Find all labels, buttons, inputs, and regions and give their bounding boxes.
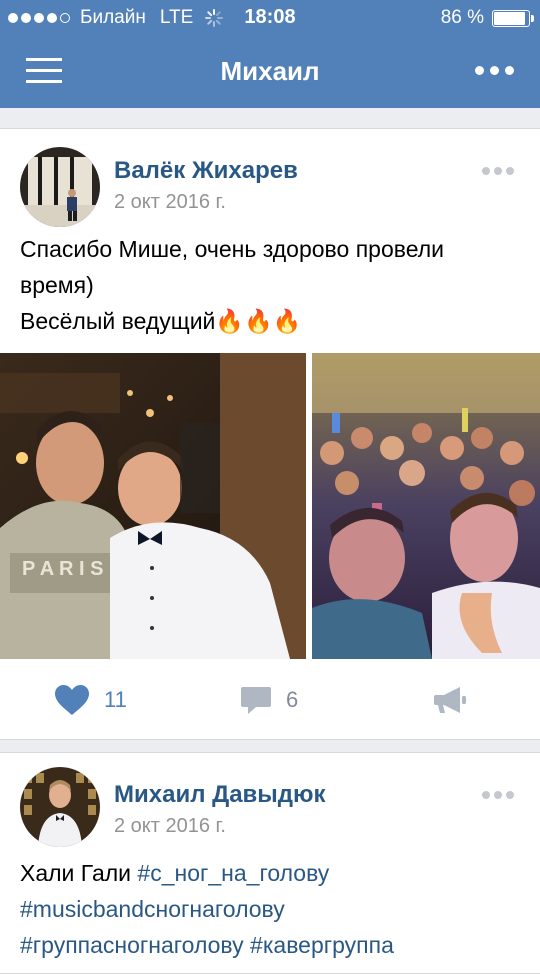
hashtag-link[interactable]: #кавергруппа [250, 932, 394, 958]
status-bar: Билайн LTE 18:08 86 % [0, 0, 540, 36]
hashtag-link[interactable]: #с_ног_на_голову [137, 860, 329, 886]
more-options-icon[interactable] [475, 66, 514, 75]
megaphone-icon [434, 687, 466, 713]
avatar[interactable] [20, 767, 100, 847]
post-card: Валёк Жихарев 2 окт 2016 г. Спасибо Мише… [0, 128, 540, 740]
hashtag-link[interactable]: #musicbandсногнаголову [20, 896, 285, 922]
post-text-line: Хали Гали [20, 860, 138, 886]
hashtag-link[interactable]: #группасногнаголову [20, 932, 244, 958]
post-menu-icon[interactable] [482, 791, 514, 799]
fire-emoji: 🔥🔥🔥 [215, 308, 302, 334]
comment-icon [241, 687, 271, 714]
post-actions: 11 6 [0, 684, 540, 734]
avatar[interactable] [20, 147, 100, 227]
heart-icon [55, 685, 89, 715]
post-date: 2 окт 2016 г. [114, 191, 226, 213]
post-text: Спасибо Мише, очень здорово провели врем… [20, 231, 520, 339]
post-text-line: время) [20, 272, 94, 298]
post-text: Хали Гали #с_ног_на_голову #musicbandсно… [20, 855, 520, 963]
post-author[interactable]: Валёк Жихарев [114, 157, 298, 185]
post-text-line: Спасибо Мише, очень здорово провели [20, 236, 444, 262]
comment-count: 6 [286, 687, 299, 712]
post-author[interactable]: Михаил Давыдюк [114, 781, 326, 809]
post-date: 2 окт 2016 г. [114, 815, 226, 837]
post-card: Михаил Давыдюк 2 окт 2016 г. Хали Гали #… [0, 752, 540, 974]
battery-percent: 86 % [440, 7, 484, 28]
battery-icon [492, 9, 534, 27]
post-menu-icon[interactable] [482, 167, 514, 175]
like-count: 11 [104, 687, 127, 712]
comment-button[interactable]: 6 [240, 684, 298, 716]
share-button[interactable] [434, 684, 468, 716]
post-photo[interactable] [312, 353, 540, 659]
post-photo[interactable]: P A R I S [0, 353, 306, 659]
svg-text:P A R I S: P A R I S [22, 558, 104, 580]
like-button[interactable]: 11 [54, 684, 127, 716]
page-title: Михаил [220, 56, 320, 86]
post-text-line: Весёлый ведущий [20, 308, 216, 334]
nav-bar: Михаил [0, 36, 540, 108]
